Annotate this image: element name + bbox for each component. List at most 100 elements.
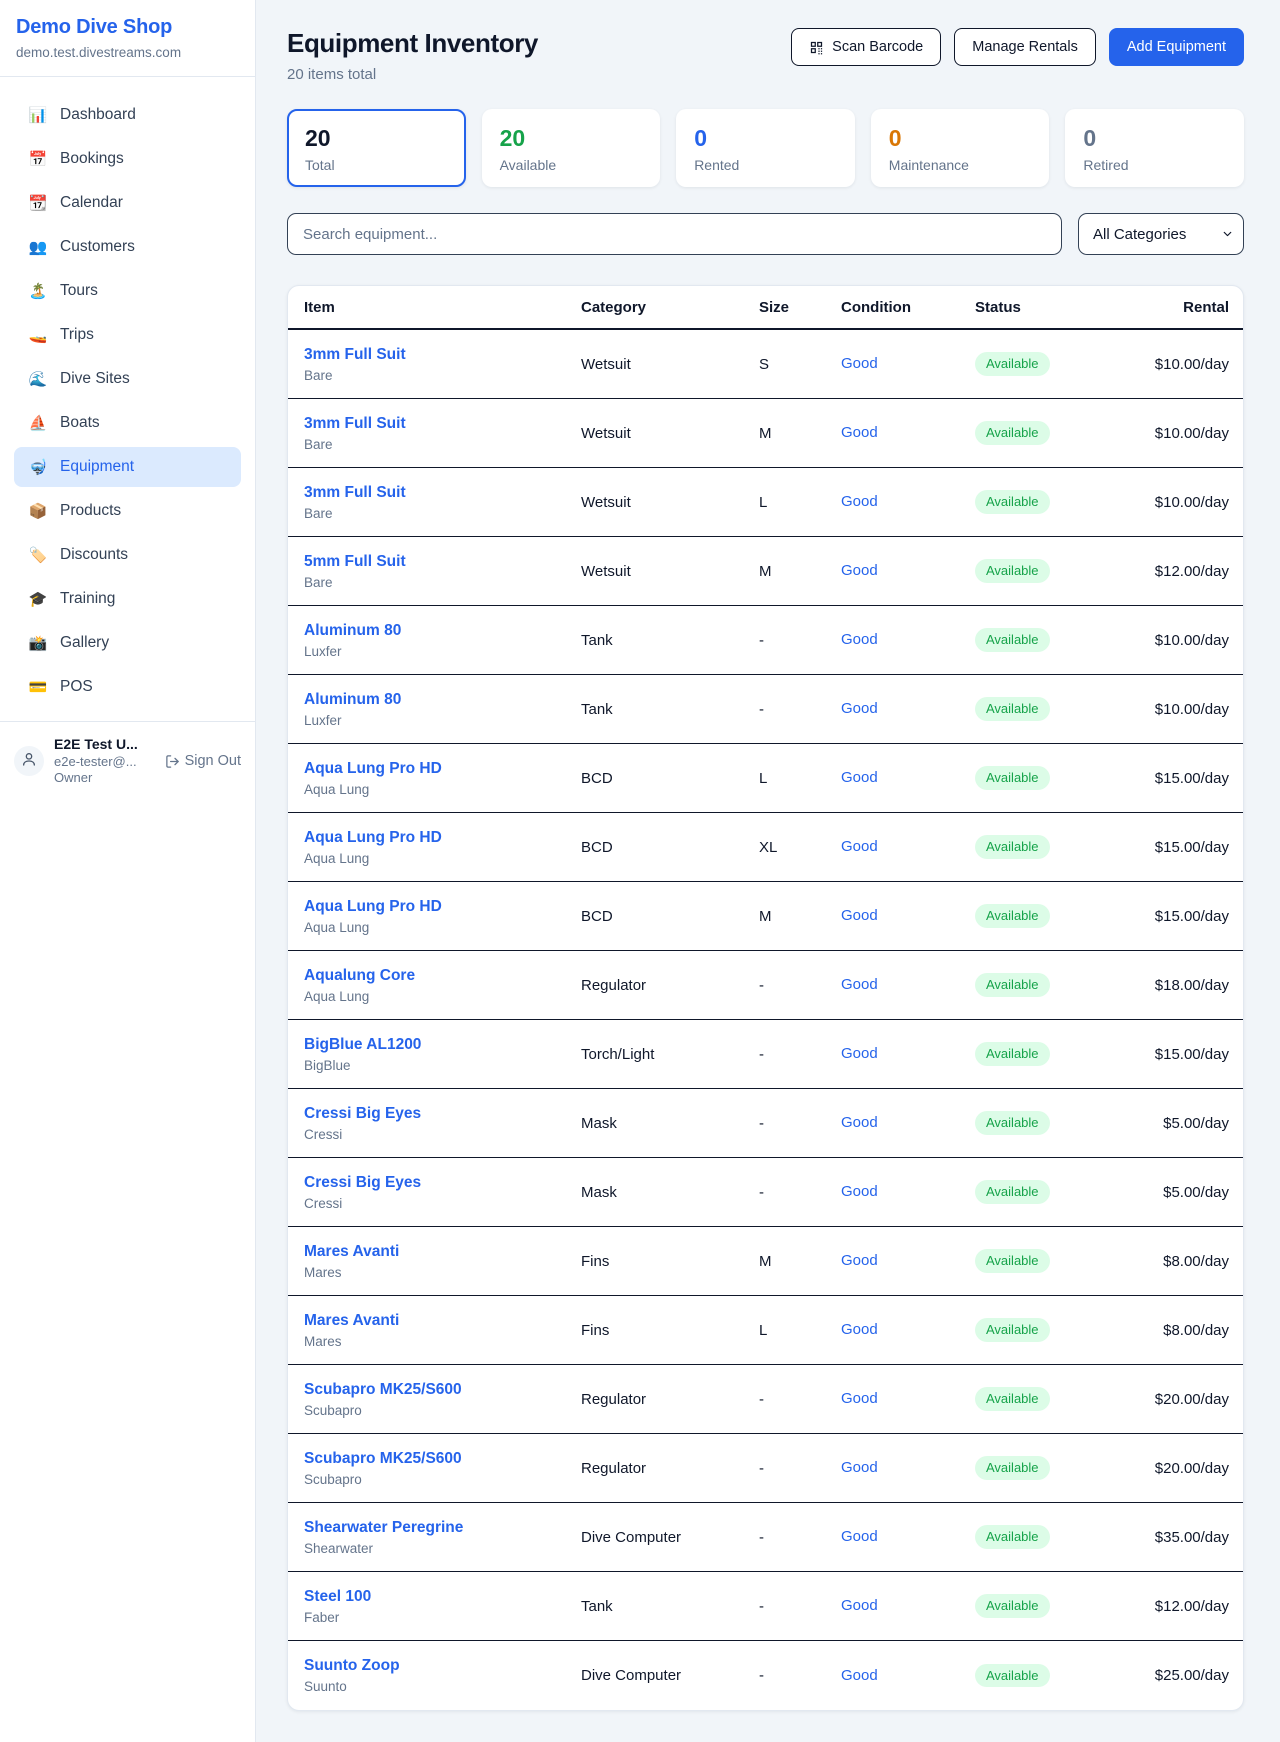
condition-link[interactable]: Good (841, 838, 878, 855)
sidebar-item-tours[interactable]: 🏝️ Tours (14, 271, 241, 311)
status-cell: Available (975, 1042, 1125, 1066)
item-name-link[interactable]: BigBlue AL1200 (304, 1036, 421, 1054)
condition-link[interactable]: Good (841, 769, 878, 786)
category-select[interactable]: All Categories (1078, 213, 1244, 255)
status-badge: Available (975, 697, 1050, 721)
item-name-link[interactable]: 5mm Full Suit (304, 553, 406, 571)
table-row: Steel 100 Faber Tank - Good Available $1… (288, 1572, 1243, 1641)
item-name-link[interactable]: Aqualung Core (304, 967, 415, 985)
sidebar-item-products[interactable]: 📦 Products (14, 491, 241, 531)
size-cell: L (759, 770, 841, 787)
size-cell: - (759, 1460, 841, 1477)
add-equipment-button[interactable]: Add Equipment (1109, 28, 1244, 66)
status-badge: Available (975, 1111, 1050, 1135)
item-name-link[interactable]: Aluminum 80 (304, 622, 401, 640)
size-cell: M (759, 563, 841, 580)
manage-rentals-button[interactable]: Manage Rentals (954, 28, 1096, 66)
status-badge: Available (975, 1042, 1050, 1066)
item-name-link[interactable]: Shearwater Peregrine (304, 1519, 463, 1537)
sidebar-item-label: Bookings (60, 150, 124, 168)
sidebar-item-training[interactable]: 🎓 Training (14, 579, 241, 619)
stat-card-maintenance[interactable]: 0 Maintenance (871, 109, 1050, 187)
condition-link[interactable]: Good (841, 493, 878, 510)
item-name-link[interactable]: Suunto Zoop (304, 1657, 400, 1675)
brand-name[interactable]: Demo Dive Shop (16, 16, 239, 39)
condition-link[interactable]: Good (841, 355, 878, 372)
condition-link[interactable]: Good (841, 1597, 878, 1614)
scan-barcode-button[interactable]: Scan Barcode (791, 28, 941, 66)
item-name-link[interactable]: Aqua Lung Pro HD (304, 898, 442, 916)
item-name-link[interactable]: Scubapro MK25/S600 (304, 1381, 462, 1399)
status-cell: Available (975, 628, 1125, 652)
item-name-link[interactable]: Aluminum 80 (304, 691, 401, 709)
item-brand: Bare (304, 368, 581, 383)
condition-link[interactable]: Good (841, 1045, 878, 1062)
dive-sites-icon: 🌊 (28, 370, 48, 388)
sidebar-item-gallery[interactable]: 📸 Gallery (14, 623, 241, 663)
condition-cell: Good (841, 1114, 975, 1132)
item-cell: Cressi Big Eyes Cressi (304, 1174, 581, 1211)
condition-link[interactable]: Good (841, 1528, 878, 1545)
stat-card-retired[interactable]: 0 Retired (1065, 109, 1244, 187)
item-name-link[interactable]: Aqua Lung Pro HD (304, 760, 442, 778)
table-row: 3mm Full Suit Bare Wetsuit S Good Availa… (288, 330, 1243, 399)
status-badge: Available (975, 1249, 1050, 1273)
condition-link[interactable]: Good (841, 1459, 878, 1476)
item-name-link[interactable]: Mares Avanti (304, 1312, 399, 1330)
table-row: Scubapro MK25/S600 Scubapro Regulator - … (288, 1365, 1243, 1434)
condition-link[interactable]: Good (841, 1183, 878, 1200)
condition-link[interactable]: Good (841, 562, 878, 579)
table-body: 3mm Full Suit Bare Wetsuit S Good Availa… (288, 330, 1243, 1710)
item-cell: 3mm Full Suit Bare (304, 415, 581, 452)
condition-link[interactable]: Good (841, 1321, 878, 1338)
sidebar-item-discounts[interactable]: 🏷️ Discounts (14, 535, 241, 575)
sidebar-item-bookings[interactable]: 📅 Bookings (14, 139, 241, 179)
column-header-size: Size (759, 299, 841, 316)
condition-cell: Good (841, 562, 975, 580)
sidebar-item-dive-sites[interactable]: 🌊 Dive Sites (14, 359, 241, 399)
item-cell: Aqualung Core Aqua Lung (304, 967, 581, 1004)
item-name-link[interactable]: Aqua Lung Pro HD (304, 829, 442, 847)
item-name-link[interactable]: Mares Avanti (304, 1243, 399, 1261)
item-name-link[interactable]: 3mm Full Suit (304, 484, 406, 502)
sidebar-item-customers[interactable]: 👥 Customers (14, 227, 241, 267)
condition-link[interactable]: Good (841, 424, 878, 441)
item-name-link[interactable]: Cressi Big Eyes (304, 1105, 421, 1123)
sidebar-item-pos[interactable]: 💳 POS (14, 667, 241, 707)
condition-link[interactable]: Good (841, 631, 878, 648)
rental-cell: $10.00/day (1125, 632, 1229, 649)
sidebar-item-equipment[interactable]: 🤿 Equipment (14, 447, 241, 487)
size-cell: - (759, 1391, 841, 1408)
stat-card-total[interactable]: 20 Total (287, 109, 466, 187)
sidebar-item-boats[interactable]: ⛵ Boats (14, 403, 241, 443)
rental-cell: $12.00/day (1125, 563, 1229, 580)
sidebar-item-calendar[interactable]: 📆 Calendar (14, 183, 241, 223)
category-cell: Tank (581, 632, 759, 649)
search-input[interactable] (287, 213, 1062, 255)
items-total-subtitle: 20 items total (287, 66, 538, 83)
user-icon (21, 751, 37, 772)
stat-card-rented[interactable]: 0 Rented (676, 109, 855, 187)
item-name-link[interactable]: Scubapro MK25/S600 (304, 1450, 462, 1468)
condition-link[interactable]: Good (841, 1114, 878, 1131)
condition-link[interactable]: Good (841, 1667, 878, 1684)
sidebar-item-label: Boats (60, 414, 100, 432)
sidebar-item-trips[interactable]: 🚤 Trips (14, 315, 241, 355)
item-name-link[interactable]: Steel 100 (304, 1588, 371, 1606)
condition-link[interactable]: Good (841, 976, 878, 993)
sign-out-button[interactable]: Sign Out (165, 753, 241, 769)
sidebar-item-label: Tours (60, 282, 98, 300)
item-name-link[interactable]: Cressi Big Eyes (304, 1174, 421, 1192)
stat-card-available[interactable]: 20 Available (482, 109, 661, 187)
item-name-link[interactable]: 3mm Full Suit (304, 346, 406, 364)
condition-link[interactable]: Good (841, 907, 878, 924)
item-name-link[interactable]: 3mm Full Suit (304, 415, 406, 433)
condition-link[interactable]: Good (841, 700, 878, 717)
item-brand: Mares (304, 1265, 581, 1280)
size-cell: L (759, 494, 841, 511)
condition-link[interactable]: Good (841, 1390, 878, 1407)
item-cell: 5mm Full Suit Bare (304, 553, 581, 590)
status-cell: Available (975, 1180, 1125, 1204)
sidebar-item-dashboard[interactable]: 📊 Dashboard (14, 95, 241, 135)
condition-link[interactable]: Good (841, 1252, 878, 1269)
